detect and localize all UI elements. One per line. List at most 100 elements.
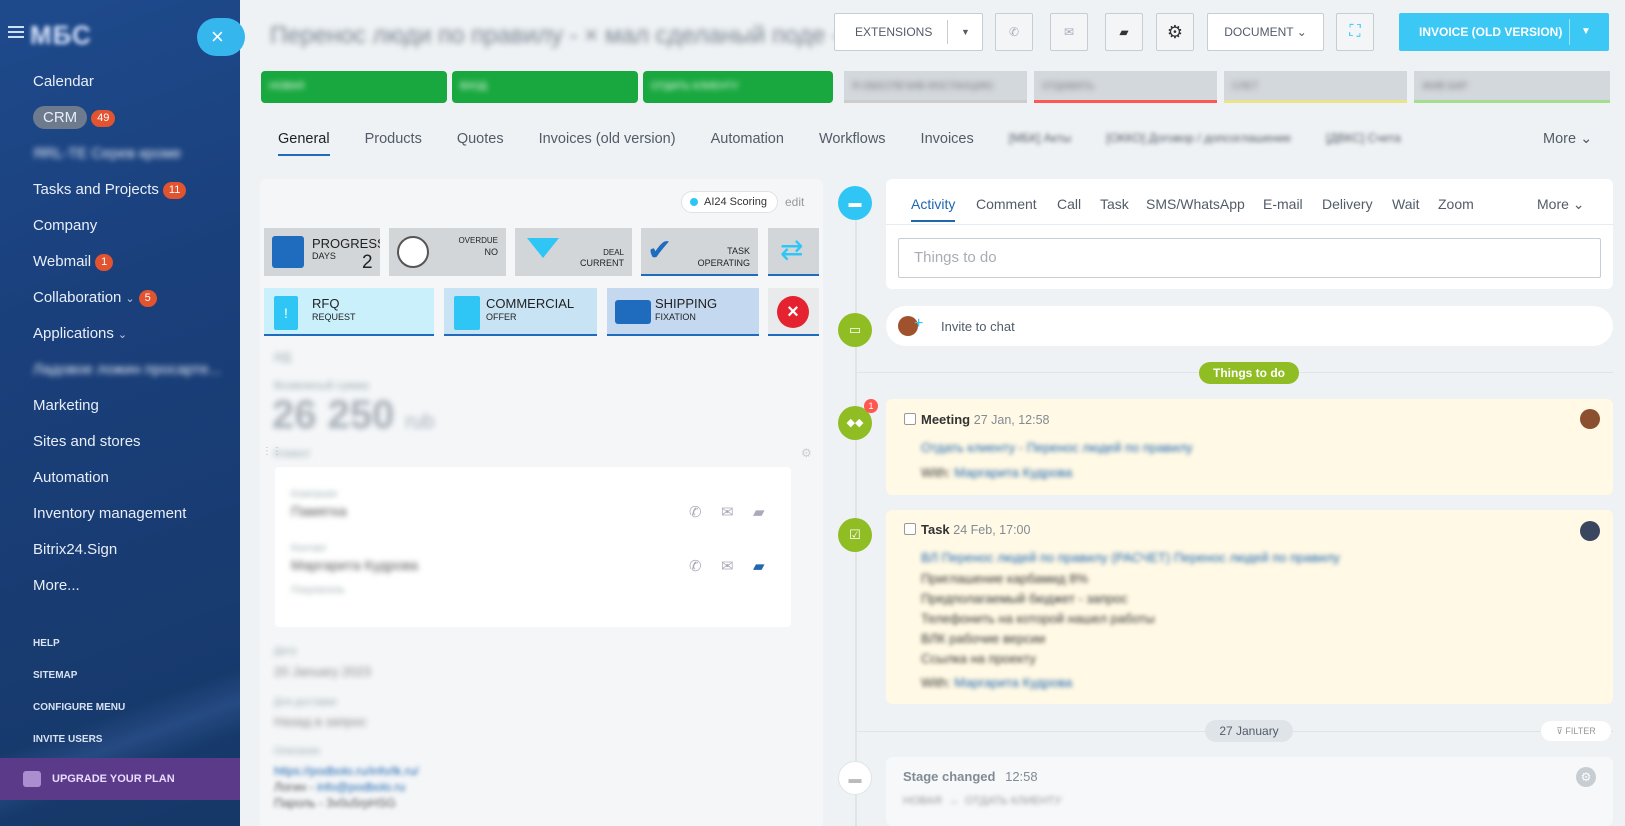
sidebar-item-sites[interactable]: Sites and stores	[0, 424, 240, 460]
filter-button[interactable]: ⊽ FILTER	[1541, 721, 1611, 741]
tab-comment[interactable]: Comment	[976, 196, 1037, 212]
fullscreen-button[interactable]: ⛶	[1336, 13, 1374, 51]
gear-icon[interactable]: ⚙	[801, 446, 812, 460]
sidebar-item-blurred-2[interactable]: Ладовое ложин просарте...	[0, 352, 240, 388]
phone-icon: ✆	[1008, 25, 1020, 39]
chat-button[interactable]: ▰	[1105, 13, 1143, 51]
sidebar-item-blurred[interactable]: ЯRL-ТЕ Серев кроме	[0, 136, 240, 172]
tab-sms[interactable]: SMS/WhatsApp	[1146, 196, 1245, 212]
tabs-more[interactable]: More ⌄	[1543, 131, 1592, 147]
stage-changed-card: Stage changed 12:58 НОВАЯ → ОТДАТЬ КЛИЕН…	[886, 757, 1613, 826]
phone-icon[interactable]: ✆	[689, 503, 702, 521]
upgrade-plan-button[interactable]: UPGRADE YOUR PLAN	[0, 758, 240, 800]
sidebar-item-inventory[interactable]: Inventory management	[0, 496, 240, 532]
crm-badge: 49	[91, 109, 116, 127]
sidebar-item-calendar[interactable]: Calendar	[0, 64, 240, 100]
stage-7[interactable]: ЖИВ БАР	[1414, 71, 1610, 103]
timeline-chat-icon: ▭	[838, 313, 872, 347]
tab-activity[interactable]: Activity	[911, 196, 956, 222]
tab-call[interactable]: Call	[1057, 196, 1081, 212]
sidebar-item-webmail[interactable]: Webmail 1	[0, 244, 240, 280]
tab-automation[interactable]: Automation	[711, 126, 784, 156]
crown-icon	[23, 771, 41, 787]
configure-menu-link[interactable]: CONFIGURE MENU	[33, 702, 125, 734]
tab-invoices-old[interactable]: Invoices (old version)	[539, 126, 676, 156]
sidebar-item-company[interactable]: Company	[0, 208, 240, 244]
sidebar-item-collaboration[interactable]: Collaboration ⌄ 5	[0, 280, 240, 316]
stage-6[interactable]: СЛЕТ	[1224, 71, 1407, 103]
activity-more[interactable]: More ⌄	[1537, 196, 1585, 213]
chat-icon[interactable]: ▰	[753, 503, 765, 521]
close-slider-button[interactable]: ×	[197, 18, 245, 56]
ai-scoring-button[interactable]: AI24 Scoring	[681, 191, 778, 213]
tab-workflows[interactable]: Workflows	[819, 126, 886, 156]
checkmark-icon: ✔	[647, 234, 673, 267]
invite-to-chat-row[interactable]: + Invite to chat	[886, 306, 1613, 346]
tasks-badge: 11	[162, 181, 187, 199]
extensions-button[interactable]: EXTENSIONS ▼	[834, 13, 983, 51]
help-link[interactable]: HELP	[33, 638, 125, 670]
stage-1[interactable]: НОВАЯ	[261, 71, 447, 103]
amount-value: 26 250 rub	[272, 393, 435, 437]
rfq-tile[interactable]: ! RFQ REQUEST	[264, 288, 434, 336]
page-title: Перенос люди по правилу - × мал сделаный…	[270, 22, 840, 49]
sitemap-link[interactable]: SITEMAP	[33, 670, 125, 702]
sidebar-item-sign[interactable]: Bitrix24.Sign	[0, 532, 240, 568]
tab-quotes[interactable]: Quotes	[457, 126, 504, 156]
tab-wait[interactable]: Wait	[1392, 196, 1419, 212]
meeting-checkbox[interactable]	[904, 413, 916, 425]
tab-email[interactable]: E-mail	[1263, 196, 1303, 212]
envelope-icon[interactable]: ✉	[721, 557, 734, 575]
progress-tile[interactable]: PROGRESS DAYS 2	[264, 228, 380, 276]
sidebar-item-applications[interactable]: Applications ⌄	[0, 316, 240, 352]
avatar[interactable]	[1580, 409, 1600, 429]
menu-hamburger-icon[interactable]	[8, 26, 24, 38]
company-logo[interactable]: МБС	[30, 20, 92, 51]
tab-products[interactable]: Products	[365, 126, 422, 156]
chevron-down-icon: ⌄	[1580, 131, 1593, 147]
overdue-tile[interactable]: OVERDUE NO	[389, 228, 506, 276]
tab-invoices[interactable]: Invoices	[921, 126, 974, 156]
tab-bills[interactable]: [ДВКС] Счета	[1326, 126, 1401, 156]
dropdown-arrow-icon: ▼	[961, 27, 970, 37]
shipping-tile[interactable]: SHIPPING FIXATION	[607, 288, 759, 336]
chevron-down-icon: ⌄	[1572, 196, 1585, 212]
sidebar-item-more[interactable]: More...	[0, 568, 240, 604]
invoice-old-version-button[interactable]: INVOICE (OLD VERSION) ▼	[1399, 13, 1609, 51]
sidebar-item-automation[interactable]: Automation	[0, 460, 240, 496]
task-checkbox[interactable]	[904, 523, 916, 535]
stage-2[interactable]: ВХОД	[452, 71, 638, 103]
plus-icon: +	[914, 315, 924, 332]
tab-general[interactable]: General	[278, 126, 330, 156]
email-button[interactable]: ✉	[1050, 13, 1088, 51]
meeting-with: With: Маргарита Кудрова	[921, 465, 1073, 480]
tab-contract[interactable]: [ОККО] Договор / допсоглашение	[1106, 126, 1291, 156]
phone-icon[interactable]: ✆	[689, 557, 702, 575]
things-to-do-input[interactable]: Things to do	[898, 238, 1601, 278]
tab-task[interactable]: Task	[1100, 196, 1129, 212]
deal-tile[interactable]: DEAL CURRENT	[515, 228, 632, 276]
stage-5[interactable]: ОТДАВАТЬ	[1034, 71, 1217, 103]
chat-icon[interactable]: ▰	[753, 557, 765, 575]
avatar[interactable]	[1580, 521, 1600, 541]
tab-delivery[interactable]: Delivery	[1322, 196, 1373, 212]
envelope-icon[interactable]: ✉	[721, 503, 734, 521]
sidebar-item-marketing[interactable]: Marketing	[0, 388, 240, 424]
refresh-tile[interactable]: ⇄	[768, 228, 819, 276]
edit-link[interactable]: edit	[785, 195, 804, 209]
settings-button[interactable]: ⚙	[1156, 13, 1194, 51]
things-to-do-label: Things to do	[1199, 362, 1299, 384]
sidebar-item-tasks[interactable]: Tasks and Projects 11	[0, 172, 240, 208]
call-button[interactable]: ✆	[995, 13, 1033, 51]
sidebar-item-crm[interactable]: CRM 49	[0, 100, 240, 136]
tab-acts[interactable]: [МБК] Акты	[1009, 126, 1071, 156]
document-button[interactable]: DOCUMENT ⌄	[1207, 13, 1324, 51]
stage-4[interactable]: Я ОБЕСПЕЧИВ ИНСТАНЦИЮ	[844, 71, 1027, 103]
fail-tile[interactable]: ×	[768, 288, 819, 336]
task-tile[interactable]: ✔ TASK OPERATING	[641, 228, 758, 276]
tab-zoom[interactable]: Zoom	[1438, 196, 1474, 212]
close-circle-icon: ×	[777, 296, 809, 328]
commercial-offer-tile[interactable]: COMMERCIAL OFFER	[444, 288, 597, 336]
gear-icon[interactable]: ⚙	[1576, 767, 1596, 787]
stage-3[interactable]: ОТДАТЬ КЛИЕНТУ	[643, 71, 833, 103]
